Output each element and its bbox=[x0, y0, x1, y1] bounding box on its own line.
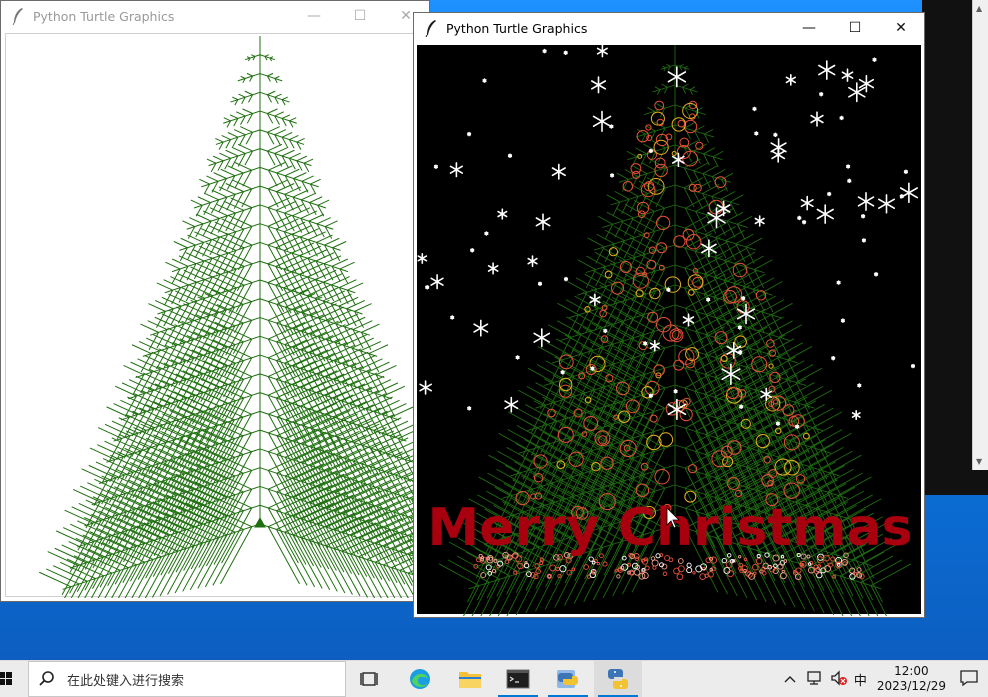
clock[interactable]: 12:00 2023/12/29 bbox=[877, 664, 946, 694]
taskbar-file-explorer[interactable] bbox=[446, 661, 494, 697]
minimize-icon: — bbox=[307, 8, 321, 24]
python-idle-icon bbox=[557, 670, 578, 688]
maximize-icon: ☐ bbox=[848, 20, 862, 36]
chevron-up-icon[interactable] bbox=[784, 672, 796, 686]
taskbar: 在此处键入进行搜索 中 12:00 2023/12/29 bbox=[0, 660, 988, 697]
merry-christmas-text: Merry Christmas bbox=[428, 498, 913, 558]
notification-icon[interactable] bbox=[960, 669, 978, 689]
edge-icon bbox=[410, 669, 430, 689]
ime-indicator[interactable]: 中 bbox=[854, 670, 867, 689]
search-icon bbox=[39, 671, 54, 686]
maximize-button[interactable]: ☐ bbox=[337, 1, 383, 31]
close-button[interactable]: ✕ bbox=[878, 13, 924, 43]
taskbar-search-box[interactable]: 在此处键入进行搜索 bbox=[28, 661, 346, 697]
task-view-icon bbox=[360, 672, 378, 686]
search-placeholder: 在此处键入进行搜索 bbox=[67, 673, 185, 689]
system-tray: 中 12:00 2023/12/29 bbox=[784, 661, 988, 697]
volume-muted-icon[interactable] bbox=[830, 669, 848, 689]
close-icon: ✕ bbox=[895, 20, 907, 36]
taskbar-edge[interactable] bbox=[396, 661, 444, 697]
close-icon: ✕ bbox=[400, 8, 412, 24]
taskbar-python[interactable] bbox=[594, 661, 642, 697]
turtle-window-left[interactable]: Python Turtle Graphics — ☐ ✕ bbox=[0, 0, 481, 618]
window-title: Python Turtle Graphics bbox=[33, 8, 175, 24]
terminal-icon bbox=[506, 669, 530, 689]
titlebar[interactable]: Python Turtle Graphics — ☐ ✕ bbox=[414, 13, 924, 43]
clock-date: 2023/12/29 bbox=[876, 679, 946, 693]
background-scrollbar[interactable]: ▲ ▼ bbox=[972, 0, 988, 470]
turtle-canvas[interactable] bbox=[5, 33, 481, 618]
scroll-up-icon[interactable]: ▲ bbox=[976, 4, 982, 13]
turtle-canvas[interactable]: Merry Christmas bbox=[417, 44, 921, 627]
clock-time: 12:00 bbox=[894, 664, 929, 678]
start-button[interactable] bbox=[0, 661, 28, 697]
feather-icon bbox=[12, 8, 23, 25]
snowflakes bbox=[417, 44, 919, 430]
turtle-window-right[interactable]: Python Turtle Graphics — ☐ ✕ Merry Chris… bbox=[413, 12, 925, 627]
network-icon[interactable] bbox=[806, 670, 824, 689]
minimize-button[interactable]: — bbox=[786, 13, 832, 43]
scroll-down-icon[interactable]: ▼ bbox=[976, 457, 982, 466]
window-title: Python Turtle Graphics bbox=[446, 20, 588, 36]
folder-icon bbox=[459, 672, 481, 688]
maximize-icon: ☐ bbox=[353, 8, 367, 24]
task-view-button[interactable] bbox=[346, 661, 394, 697]
titlebar[interactable]: Python Turtle Graphics — ☐ ✕ bbox=[1, 1, 429, 31]
christmas-scene-drawing: Merry Christmas bbox=[417, 44, 919, 627]
maximize-button[interactable]: ☐ bbox=[832, 13, 878, 43]
taskbar-python-idle[interactable] bbox=[544, 661, 592, 697]
windows-logo-icon bbox=[0, 672, 12, 685]
taskbar-terminal[interactable] bbox=[494, 661, 542, 697]
fractal-tree-drawing bbox=[39, 36, 481, 618]
minimize-button[interactable]: — bbox=[291, 1, 337, 31]
minimize-icon: — bbox=[802, 20, 816, 36]
feather-icon bbox=[425, 20, 436, 37]
python-icon bbox=[608, 669, 628, 689]
